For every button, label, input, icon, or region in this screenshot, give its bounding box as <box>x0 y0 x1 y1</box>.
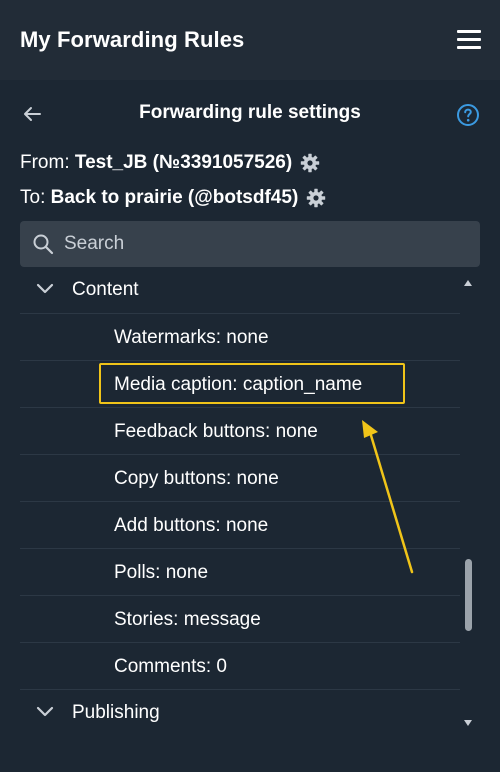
setting-copy-buttons[interactable]: Copy buttons: none <box>20 455 460 502</box>
to-prefix: To: <box>20 187 46 208</box>
app-title: My Forwarding Rules <box>20 27 245 52</box>
settings-list: Content Watermarks: none Media caption: … <box>20 267 460 737</box>
setting-label: Watermarks: none <box>114 327 269 348</box>
section-label: Publishing <box>72 702 160 723</box>
setting-label: Add buttons: none <box>114 515 269 536</box>
to-gear-icon[interactable] <box>306 188 326 208</box>
from-value: Test_JB (№3391057526) <box>74 152 293 173</box>
setting-label: Polls: none <box>114 562 209 583</box>
page-title: Forwarding rule settings <box>139 102 361 123</box>
setting-media-caption[interactable]: Media caption: caption_name <box>20 361 460 408</box>
setting-label: Media caption: caption_name <box>114 374 363 395</box>
setting-watermarks[interactable]: Watermarks: none <box>20 314 460 361</box>
menu-bar <box>457 30 481 33</box>
search-input[interactable] <box>64 221 464 267</box>
setting-label: Feedback buttons: none <box>114 421 318 442</box>
menu-bar <box>457 46 481 49</box>
list-scrollbar[interactable] <box>460 272 476 734</box>
setting-feedback-buttons[interactable]: Feedback buttons: none <box>20 408 460 455</box>
setting-label: Copy buttons: none <box>114 468 279 489</box>
help-icon[interactable] <box>456 103 480 127</box>
search-box <box>20 221 480 267</box>
chevron-down-icon <box>35 705 55 719</box>
route-to: To: Back to prairie (@botsdf45) <box>20 187 326 209</box>
to-value: Back to prairie (@botsdf45) <box>50 187 299 208</box>
route-from: From: Test_JB (№3391057526) <box>20 152 320 174</box>
scroll-down-arrow-icon[interactable] <box>463 718 473 728</box>
section-label: Content <box>72 279 139 300</box>
setting-add-buttons[interactable]: Add buttons: none <box>20 502 460 549</box>
setting-label: Stories: message <box>114 609 261 630</box>
search-icon <box>32 233 54 255</box>
from-prefix: From: <box>20 152 70 173</box>
section-header-content[interactable]: Content <box>20 267 460 314</box>
setting-label: Comments: 0 <box>114 656 227 677</box>
chevron-down-icon <box>35 282 55 296</box>
setting-comments[interactable]: Comments: 0 <box>20 643 460 690</box>
setting-stories[interactable]: Stories: message <box>20 596 460 643</box>
hamburger-menu-icon[interactable] <box>457 30 481 50</box>
app-header: My Forwarding Rules <box>0 0 500 80</box>
scroll-up-arrow-icon[interactable] <box>463 278 473 288</box>
setting-polls[interactable]: Polls: none <box>20 549 460 596</box>
menu-bar <box>457 38 481 41</box>
section-header-publishing[interactable]: Publishing <box>20 690 460 737</box>
from-gear-icon[interactable] <box>300 153 320 173</box>
scrollbar-thumb[interactable] <box>465 559 472 631</box>
back-arrow-icon[interactable] <box>20 102 44 126</box>
